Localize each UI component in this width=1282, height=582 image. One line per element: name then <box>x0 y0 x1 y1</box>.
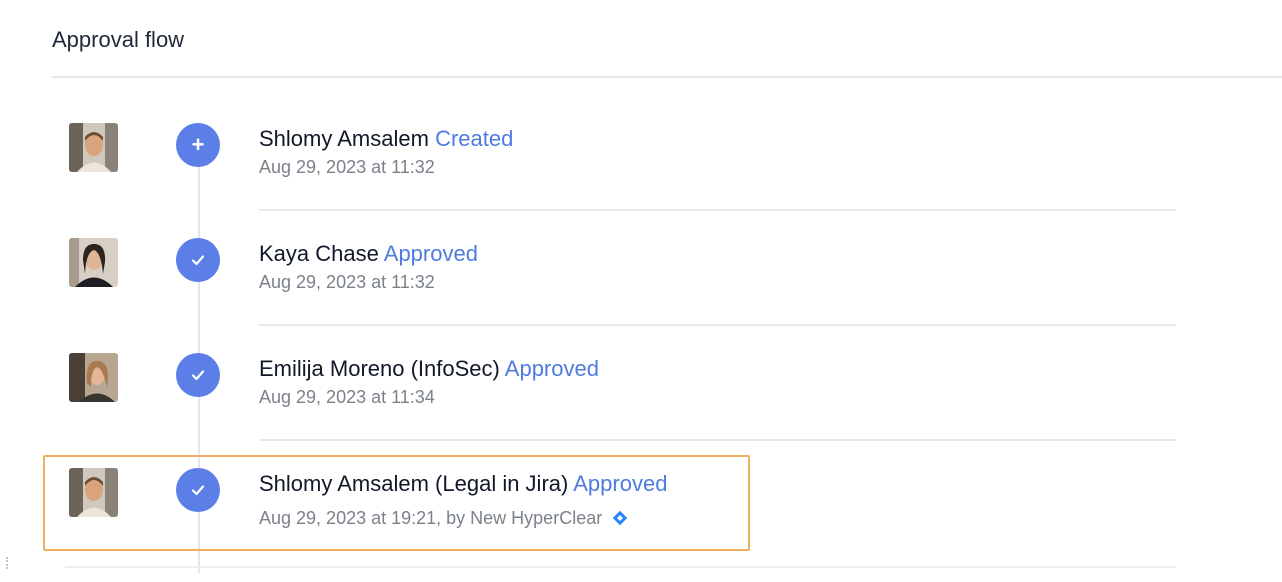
approver-name: Shlomy Amsalem (Legal in Jira) <box>259 471 569 496</box>
timestamp: Aug 29, 2023 at 11:32 <box>259 272 435 292</box>
approved-step-icon <box>176 353 220 397</box>
created-step-icon: + <box>176 123 220 167</box>
avatar <box>69 238 118 287</box>
avatar <box>69 353 118 402</box>
flow-item: Kaya Chase Approved Aug 29, 2023 at 11:3… <box>0 238 1282 352</box>
action-label: Approved <box>504 356 599 381</box>
item-divider <box>259 439 1176 441</box>
timestamp: Aug 29, 2023 at 11:34 <box>259 387 435 407</box>
flow-item: + Shlomy Amsalem Created Aug 29, 2023 at… <box>0 123 1282 237</box>
section-title: Approval flow <box>52 27 185 52</box>
check-icon <box>191 485 205 496</box>
timestamp: Aug 29, 2023 at 19:21, by New HyperClear <box>259 508 603 528</box>
flow-item: Emilija Moreno (InfoSec) Approved Aug 29… <box>0 353 1282 467</box>
approved-step-icon <box>176 238 220 282</box>
action-label: Approved <box>383 241 478 266</box>
action-label: Approved <box>573 471 668 496</box>
avatar <box>69 468 118 517</box>
jira-icon[interactable] <box>612 510 628 526</box>
flow-item: Shlomy Amsalem (Legal in Jira) Approved … <box>0 468 1282 582</box>
approver-name: Shlomy Amsalem <box>259 126 429 151</box>
section-divider <box>52 76 1282 78</box>
check-icon <box>191 370 205 381</box>
scroll-indicator <box>6 557 10 569</box>
item-divider <box>259 324 1176 326</box>
avatar <box>69 123 118 172</box>
check-icon <box>191 255 205 266</box>
plus-icon: + <box>191 132 205 157</box>
approved-step-icon <box>176 468 220 512</box>
timestamp: Aug 29, 2023 at 11:32 <box>259 157 435 177</box>
approver-name: Kaya Chase <box>259 241 379 266</box>
approver-name: Emilija Moreno (InfoSec) <box>259 356 500 381</box>
item-divider <box>65 566 1176 568</box>
action-label: Created <box>435 126 514 151</box>
item-divider <box>259 209 1176 211</box>
